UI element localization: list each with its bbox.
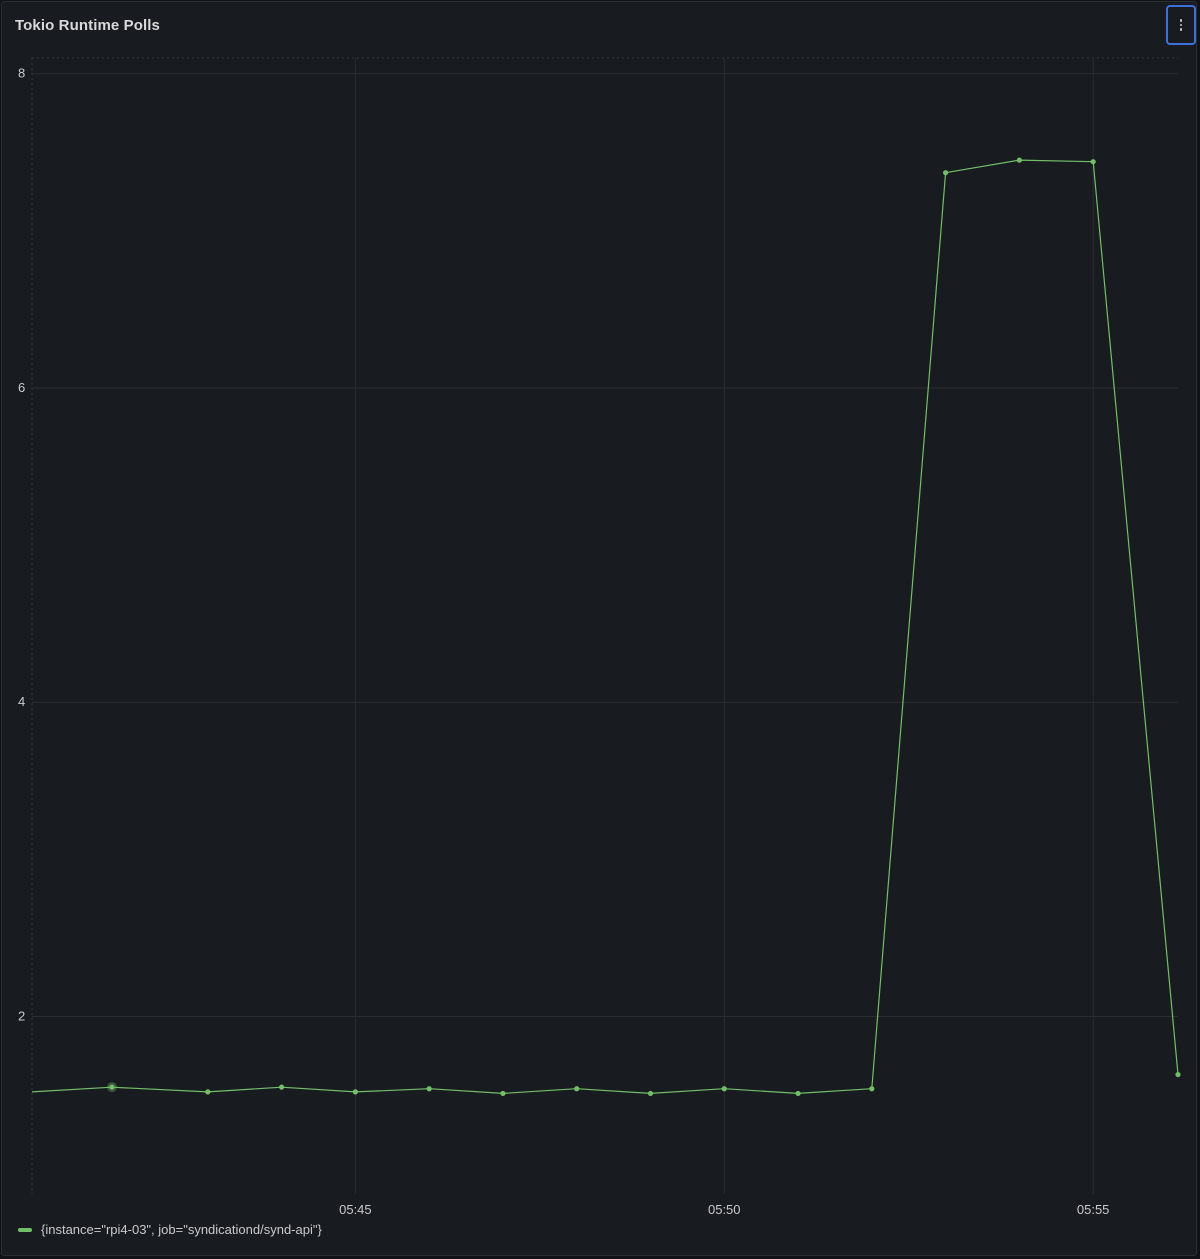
data-point xyxy=(352,1089,358,1095)
x-tick-label: 05:55 xyxy=(1077,1202,1110,1217)
series-line xyxy=(31,159,1179,1095)
data-point xyxy=(426,1086,432,1092)
data-point xyxy=(1175,1071,1181,1078)
y-tick-label: 8 xyxy=(18,66,25,81)
data-point xyxy=(647,1090,654,1097)
y-tick-label: 6 xyxy=(18,380,25,395)
data-point xyxy=(574,1086,580,1092)
legend-swatch xyxy=(18,1227,32,1232)
y-tick-label: 2 xyxy=(18,1008,25,1023)
data-point xyxy=(1016,157,1022,163)
data-point xyxy=(795,1090,801,1097)
data-point xyxy=(500,1090,506,1097)
legend-item[interactable]: {instance="rpi4-03", job="syndicationd/s… xyxy=(18,1222,322,1237)
data-point xyxy=(1090,159,1096,165)
line-chart: 2 4 6 8 05:45 05:50 05:55 xyxy=(18,57,1181,1217)
data-point xyxy=(205,1089,211,1095)
x-tick-label: 05:45 xyxy=(339,1202,372,1217)
data-point xyxy=(279,1084,285,1090)
y-tick-label: 4 xyxy=(18,694,25,709)
legend-label: {instance="rpi4-03", job="syndicationd/s… xyxy=(41,1222,322,1237)
data-point xyxy=(943,170,949,176)
data-point xyxy=(869,1086,875,1092)
data-point xyxy=(109,1084,115,1090)
x-tick-label: 05:50 xyxy=(708,1202,741,1217)
data-point xyxy=(721,1086,727,1092)
